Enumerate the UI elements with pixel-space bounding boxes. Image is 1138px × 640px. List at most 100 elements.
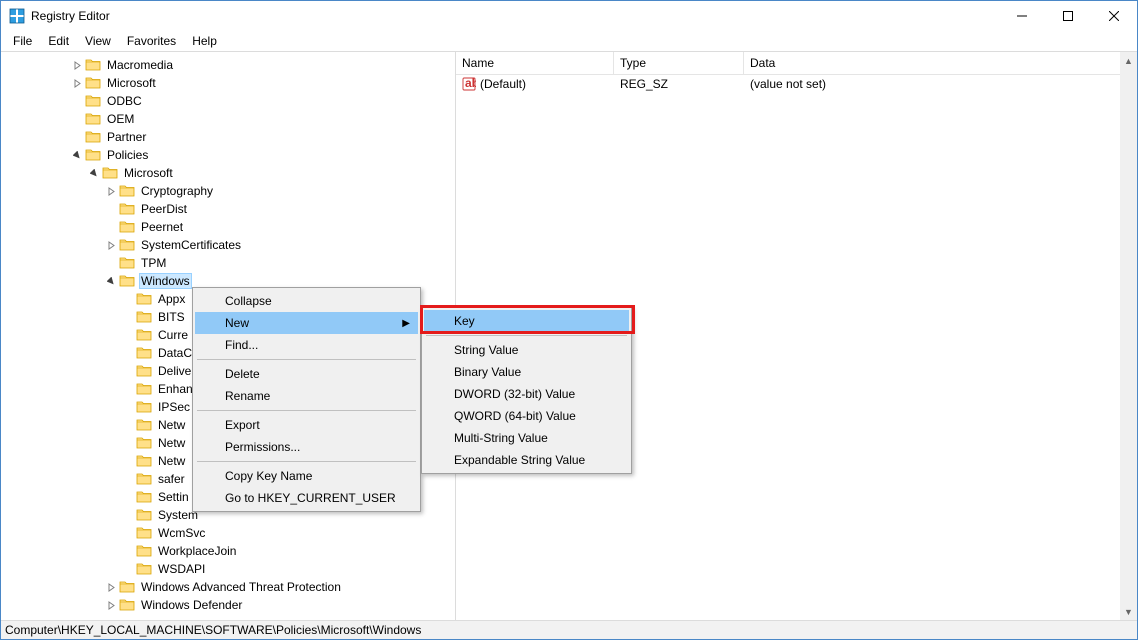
context-menu-item[interactable]: Expandable String Value — [424, 449, 629, 471]
string-value-icon: ab — [462, 77, 476, 91]
context-menu-item[interactable]: Export — [195, 414, 418, 436]
folder-icon — [119, 580, 135, 594]
chevron-down-icon[interactable] — [69, 147, 85, 163]
col-header-name[interactable]: Name — [456, 52, 614, 74]
context-menu-item[interactable]: Go to HKEY_CURRENT_USER — [195, 487, 418, 509]
tree-item[interactable]: PeerDist — [1, 200, 455, 218]
value-data: (value not set) — [744, 77, 1137, 91]
context-menu-separator — [197, 410, 416, 411]
tree-item-label: Windows — [139, 273, 192, 289]
svg-text:ab: ab — [465, 77, 476, 90]
chevron-down-icon[interactable] — [103, 273, 119, 289]
context-menu-item[interactable]: Binary Value — [424, 361, 629, 383]
context-menu-separator — [197, 461, 416, 462]
tree-item[interactable]: ODBC — [1, 92, 455, 110]
folder-icon — [119, 202, 135, 216]
values-scrollbar[interactable]: ▲ ▼ — [1120, 52, 1137, 620]
tree-item[interactable]: SystemCertificates — [1, 236, 455, 254]
folder-icon — [85, 94, 101, 108]
col-header-type[interactable]: Type — [614, 52, 744, 74]
folder-icon — [136, 562, 152, 576]
context-menu-item-label: DWORD (32-bit) Value — [454, 387, 575, 401]
scroll-up-icon[interactable]: ▲ — [1120, 52, 1137, 69]
chevron-right-icon[interactable] — [103, 183, 119, 199]
tree-item[interactable]: WorkplaceJoin — [1, 542, 455, 560]
tree-item[interactable]: WcmSvc — [1, 524, 455, 542]
chevron-right-icon[interactable] — [103, 237, 119, 253]
menu-favorites[interactable]: Favorites — [119, 32, 184, 50]
tree-item[interactable]: Policies — [1, 146, 455, 164]
menu-view[interactable]: View — [77, 32, 119, 50]
registry-editor-icon — [9, 8, 25, 24]
scroll-down-icon[interactable]: ▼ — [1120, 603, 1137, 620]
expander-none — [103, 201, 119, 217]
tree-item-label: safer — [156, 472, 187, 486]
context-menu-item[interactable]: Key — [424, 310, 629, 332]
chevron-right-icon[interactable] — [103, 597, 119, 613]
tree-item[interactable]: Microsoft — [1, 74, 455, 92]
expander-none — [120, 417, 136, 433]
folder-icon — [119, 274, 135, 288]
close-button[interactable] — [1091, 1, 1137, 31]
expander-none — [103, 219, 119, 235]
context-menu-item[interactable]: Permissions... — [195, 436, 418, 458]
context-menu-item[interactable]: Collapse — [195, 290, 418, 312]
context-menu-item-label: Rename — [225, 389, 270, 403]
context-menu-item[interactable]: QWORD (64-bit) Value — [424, 405, 629, 427]
menu-edit[interactable]: Edit — [40, 32, 77, 50]
context-menu-item[interactable]: Multi-String Value — [424, 427, 629, 449]
tree-item-label: Microsoft — [105, 76, 158, 90]
tree-item[interactable]: Windows Advanced Threat Protection — [1, 578, 455, 596]
context-submenu-new[interactable]: Key String Value Binary Value DWORD (32-bit… — [421, 307, 632, 474]
tree-item[interactable]: TPM — [1, 254, 455, 272]
submenu-arrow-icon: ▶ — [402, 318, 410, 329]
tree-item-label: Netw — [156, 454, 187, 468]
context-menu-item-label: Delete — [225, 367, 260, 381]
expander-none — [120, 435, 136, 451]
tree-item[interactable]: WSDAPI — [1, 560, 455, 578]
tree-item-label: PeerDist — [139, 202, 189, 216]
tree-item[interactable]: Microsoft — [1, 164, 455, 182]
chevron-down-icon[interactable] — [86, 165, 102, 181]
context-menu-item[interactable]: Rename — [195, 385, 418, 407]
chevron-right-icon[interactable] — [69, 75, 85, 91]
context-menu-item-label: Multi-String Value — [454, 431, 548, 445]
tree-item[interactable]: OEM — [1, 110, 455, 128]
menu-file[interactable]: File — [5, 32, 40, 50]
value-row[interactable]: ab(Default)REG_SZ(value not set) — [456, 75, 1137, 93]
context-menu-item-label: Collapse — [225, 294, 272, 308]
context-menu-separator — [426, 335, 627, 336]
chevron-right-icon[interactable] — [103, 579, 119, 595]
context-menu-item-label: New — [225, 316, 249, 330]
context-menu-item[interactable]: Copy Key Name — [195, 465, 418, 487]
tree-item-label: WcmSvc — [156, 526, 207, 540]
chevron-right-icon[interactable] — [69, 57, 85, 73]
expander-none — [120, 525, 136, 541]
tree-item[interactable]: Windows Defender — [1, 596, 455, 614]
tree-item[interactable]: Macromedia — [1, 56, 455, 74]
expander-none — [120, 489, 136, 505]
context-menu-item[interactable]: Delete — [195, 363, 418, 385]
folder-icon — [136, 526, 152, 540]
tree-item[interactable]: Cryptography — [1, 182, 455, 200]
expander-none — [120, 345, 136, 361]
context-menu-item[interactable]: DWORD (32-bit) Value — [424, 383, 629, 405]
context-menu-item[interactable]: New ▶ — [195, 312, 418, 334]
maximize-button[interactable] — [1045, 1, 1091, 31]
expander-none — [120, 453, 136, 469]
folder-icon — [119, 598, 135, 612]
context-menu-item[interactable]: String Value — [424, 339, 629, 361]
col-header-data[interactable]: Data — [744, 52, 1137, 74]
tree-item[interactable]: Partner — [1, 128, 455, 146]
window-title: Registry Editor — [31, 9, 110, 23]
expander-none — [69, 129, 85, 145]
context-menu-item[interactable]: Find... — [195, 334, 418, 356]
context-menu-item-label: String Value — [454, 343, 518, 357]
context-menu[interactable]: Collapse New ▶ Find... Delete Rename ExportPer… — [192, 287, 421, 512]
minimize-button[interactable] — [999, 1, 1045, 31]
tree-item[interactable]: Peernet — [1, 218, 455, 236]
folder-icon — [136, 346, 152, 360]
tree-item-label: OEM — [105, 112, 136, 126]
menu-help[interactable]: Help — [184, 32, 225, 50]
expander-none — [120, 291, 136, 307]
